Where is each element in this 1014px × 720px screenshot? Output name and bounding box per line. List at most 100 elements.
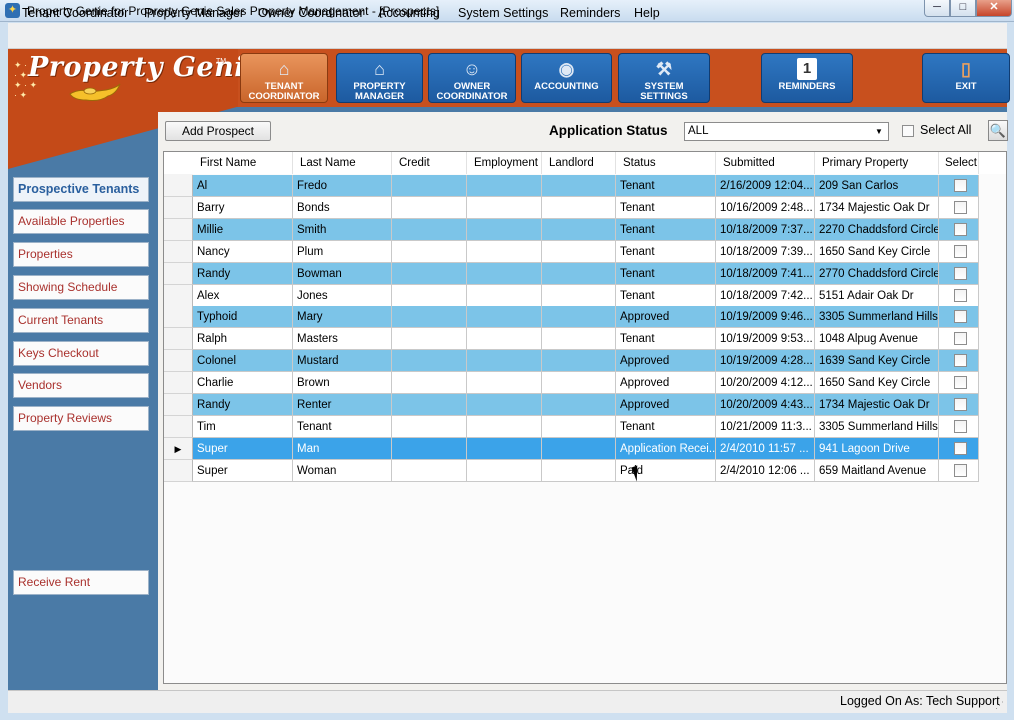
- receive-rent-button[interactable]: Receive Rent: [13, 570, 149, 595]
- cell-employment[interactable]: [467, 394, 542, 416]
- cell-landlord[interactable]: [542, 415, 616, 438]
- close-button[interactable]: ✕: [976, 0, 1012, 17]
- cell-last-name[interactable]: Bonds: [293, 196, 392, 219]
- cell-landlord[interactable]: [542, 306, 616, 329]
- reminders-button[interactable]: 1 REMINDERS: [761, 53, 853, 103]
- cell-landlord[interactable]: [542, 218, 616, 241]
- row-header[interactable]: [164, 306, 193, 329]
- cell-primary-property[interactable]: 3305 Summerland Hills...: [815, 415, 939, 438]
- cell-last-name[interactable]: Brown: [293, 372, 392, 395]
- col-last-name[interactable]: Last Name: [293, 152, 392, 174]
- row-header[interactable]: ▶: [164, 437, 193, 460]
- cell-submitted[interactable]: 10/20/2009 4:12...: [716, 372, 815, 395]
- cell-landlord[interactable]: [542, 350, 616, 373]
- cell-primary-property[interactable]: 5151 Adair Oak Dr: [815, 284, 939, 307]
- exit-button[interactable]: ▯ EXIT: [922, 53, 1010, 103]
- cell-primary-property[interactable]: 1734 Majestic Oak Dr: [815, 394, 939, 416]
- cell-employment[interactable]: [467, 437, 542, 460]
- cell-status[interactable]: Approved: [616, 306, 716, 329]
- cell-primary-property[interactable]: 2270 Chaddsford Circle: [815, 218, 939, 241]
- cell-submitted[interactable]: 10/19/2009 9:46...: [716, 306, 815, 329]
- row-select-checkbox[interactable]: [954, 354, 967, 368]
- cell-primary-property[interactable]: 1650 Sand Key Circle: [815, 372, 939, 395]
- row-header[interactable]: [164, 175, 193, 197]
- cell-primary-property[interactable]: 209 San Carlos: [815, 175, 939, 197]
- row-select-checkbox[interactable]: [954, 222, 967, 236]
- cell-employment[interactable]: [467, 175, 542, 197]
- menu-tenant-coordinator[interactable]: Tenant Coordinator: [22, 6, 128, 20]
- row-header[interactable]: [164, 240, 193, 263]
- table-row[interactable]: Barry Bonds Tenant 10/16/2009 2:48... 1734 M…: [164, 196, 979, 219]
- cell-status[interactable]: Tenant: [616, 415, 716, 438]
- cell-employment[interactable]: [467, 218, 542, 241]
- row-select-checkbox[interactable]: [954, 266, 967, 280]
- cell-employment[interactable]: [467, 262, 542, 285]
- cell-first-name[interactable]: Colonel: [193, 350, 293, 373]
- cell-submitted[interactable]: 10/18/2009 7:39...: [716, 240, 815, 263]
- row-select-checkbox[interactable]: [954, 398, 967, 411]
- cell-first-name[interactable]: Barry: [193, 196, 293, 219]
- col-credit[interactable]: Credit: [392, 152, 467, 174]
- cell-credit[interactable]: [392, 306, 467, 329]
- resize-grip-icon[interactable]: ⋰: [995, 700, 1004, 711]
- cell-submitted[interactable]: 10/18/2009 7:42...: [716, 284, 815, 307]
- table-row[interactable]: Typhoid Mary Approved 10/19/2009 9:46... 330…: [164, 306, 979, 329]
- row-select-checkbox[interactable]: [954, 441, 967, 455]
- cell-submitted[interactable]: 10/19/2009 4:28...: [716, 350, 815, 373]
- cell-employment[interactable]: [467, 306, 542, 329]
- cell-first-name[interactable]: Ralph: [193, 328, 293, 351]
- cell-employment[interactable]: [467, 350, 542, 373]
- cell-employment[interactable]: [467, 284, 542, 307]
- menu-help[interactable]: Help: [634, 6, 660, 20]
- cell-last-name[interactable]: Mary: [293, 306, 392, 329]
- cell-status[interactable]: Tenant: [616, 175, 716, 197]
- cell-status[interactable]: Tenant: [616, 262, 716, 285]
- cell-primary-property[interactable]: 1048 Alpug Avenue: [815, 328, 939, 351]
- cell-first-name[interactable]: Tim: [193, 415, 293, 438]
- cell-credit[interactable]: [392, 196, 467, 219]
- cell-submitted[interactable]: 10/19/2009 9:53...: [716, 328, 815, 351]
- cell-status[interactable]: Tenant: [616, 240, 716, 263]
- row-select-checkbox[interactable]: [954, 310, 967, 324]
- cell-credit[interactable]: [392, 262, 467, 285]
- table-row[interactable]: ▶ Super Man Application Recei... 2/4/2010 11…: [164, 437, 979, 460]
- col-primary-property[interactable]: Primary Property: [815, 152, 939, 174]
- cell-landlord[interactable]: [542, 437, 616, 460]
- cell-last-name[interactable]: Renter: [293, 394, 392, 416]
- cell-last-name[interactable]: Woman: [293, 459, 392, 482]
- table-row[interactable]: Al Fredo Tenant 2/16/2009 12:04... 209 San C…: [164, 175, 979, 197]
- cell-landlord[interactable]: [542, 240, 616, 263]
- cell-employment[interactable]: [467, 240, 542, 263]
- sidebar-item-showing-schedule[interactable]: Showing Schedule: [13, 275, 149, 300]
- cell-status[interactable]: Approved: [616, 394, 716, 416]
- cell-employment[interactable]: [467, 328, 542, 351]
- cell-first-name[interactable]: Randy: [193, 262, 293, 285]
- row-header[interactable]: [164, 196, 193, 219]
- cell-submitted[interactable]: 10/21/2009 11:3...: [716, 415, 815, 438]
- table-row[interactable]: Randy Renter Approved 10/20/2009 4:43... 173…: [164, 394, 979, 416]
- maximize-button[interactable]: □: [950, 0, 976, 17]
- cell-primary-property[interactable]: 659 Maitland Avenue: [815, 459, 939, 482]
- menu-property-manager[interactable]: Property Manager: [144, 6, 244, 20]
- cell-credit[interactable]: [392, 284, 467, 307]
- cell-last-name[interactable]: Man: [293, 437, 392, 460]
- sidebar-item-vendors[interactable]: Vendors: [13, 373, 149, 398]
- cell-submitted[interactable]: 2/4/2010 12:06 ...: [716, 459, 815, 482]
- table-row[interactable]: Charlie Brown Approved 10/20/2009 4:12... 16…: [164, 372, 979, 395]
- cell-landlord[interactable]: [542, 262, 616, 285]
- col-employment[interactable]: Employment: [467, 152, 542, 174]
- sidebar-item-property-reviews[interactable]: Property Reviews: [13, 406, 149, 431]
- row-select-checkbox[interactable]: [954, 332, 967, 346]
- col-first-name[interactable]: First Name: [193, 152, 293, 174]
- cell-credit[interactable]: [392, 328, 467, 351]
- cell-employment[interactable]: [467, 415, 542, 438]
- col-submitted[interactable]: Submitted: [716, 152, 815, 174]
- table-row[interactable]: Tim Tenant Tenant 10/21/2009 11:3... 3305 Su…: [164, 415, 979, 438]
- cell-credit[interactable]: [392, 350, 467, 373]
- cell-credit[interactable]: [392, 175, 467, 197]
- accounting-button[interactable]: ◉ ACCOUNTING: [521, 53, 612, 103]
- row-header[interactable]: [164, 218, 193, 241]
- tenant-coordinator-button[interactable]: ⌂ TENANT COORDINATOR: [240, 53, 328, 103]
- table-row[interactable]: Colonel Mustard Approved 10/19/2009 4:28...…: [164, 350, 979, 373]
- row-header[interactable]: [164, 350, 193, 373]
